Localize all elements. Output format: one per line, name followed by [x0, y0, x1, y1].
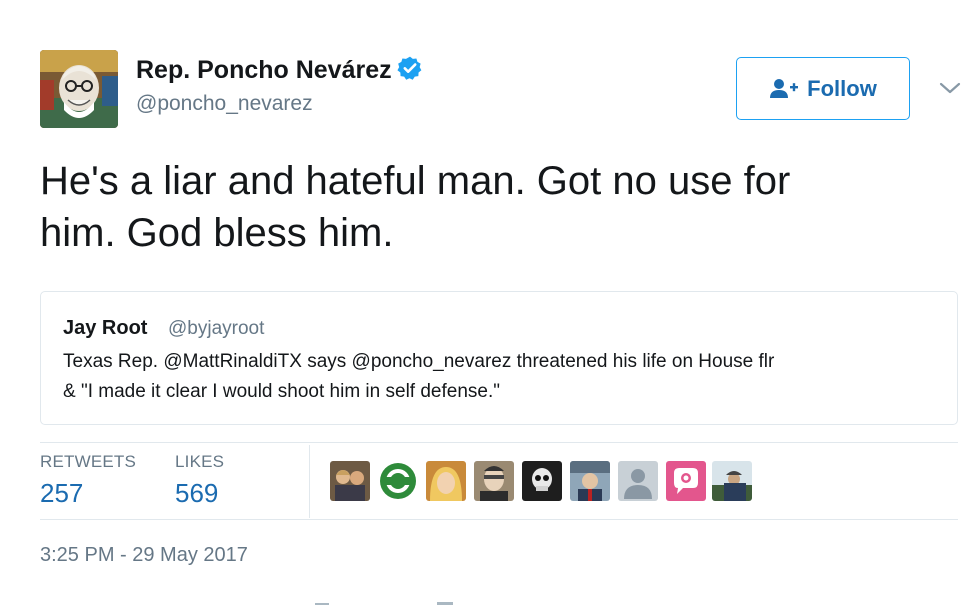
quoted-tweet[interactable]: Jay Root @byjayroot Texas Rep. @MattRina… [40, 291, 958, 425]
quoted-text-line: & "I made it clear I would shoot him in … [63, 381, 500, 402]
liker-avatar[interactable] [712, 461, 752, 501]
divider [40, 442, 958, 443]
follow-button[interactable]: Follow [736, 57, 910, 120]
liker-avatar[interactable] [570, 461, 610, 501]
retweets-stat[interactable]: RETWEETS 257 [40, 452, 136, 509]
divider [40, 519, 958, 520]
likes-stat[interactable]: LIKES 569 [175, 452, 224, 509]
follow-button-label: Follow [807, 75, 877, 101]
tweet-timestamp[interactable]: 3:25 PM - 29 May 2017 [40, 544, 248, 567]
liker-avatar[interactable] [618, 461, 658, 501]
add-user-icon [769, 78, 799, 100]
quoted-author-name: Jay Root [63, 317, 148, 339]
author-handle[interactable]: @poncho_nevarez [136, 92, 313, 116]
quoted-text-line: Texas Rep. @MattRinaldiTX says @poncho_n… [63, 351, 775, 372]
likes-label: LIKES [175, 452, 225, 471]
tweet-text-line: He's a liar and hateful man. Got no use … [40, 159, 791, 203]
tweet-text-line: him. God bless him. [40, 211, 394, 255]
author-name-text[interactable]: Rep. Poncho Nevárez [136, 56, 392, 84]
liker-avatar[interactable] [378, 461, 418, 501]
tweet-text: He's a liar and hateful man. Got no use … [40, 155, 950, 259]
author-name[interactable]: Rep. Poncho Nevárez [136, 55, 423, 88]
liker-avatar[interactable] [666, 461, 706, 501]
liker-avatar[interactable] [330, 461, 370, 501]
stats-separator [309, 445, 310, 518]
chevron-down-icon[interactable] [938, 78, 962, 98]
quoted-author-handle: @byjayroot [168, 318, 265, 339]
likes-count: 569 [175, 478, 219, 508]
liker-avatar[interactable] [474, 461, 514, 501]
liker-avatar[interactable] [426, 461, 466, 501]
liker-avatar[interactable] [522, 461, 562, 501]
retweets-label: RETWEETS [40, 452, 137, 471]
author-avatar[interactable] [40, 50, 118, 128]
footer-actions-cropped [315, 594, 465, 605]
quoted-tweet-text: Texas Rep. @MattRinaldiTX says @poncho_n… [63, 347, 943, 407]
retweets-count: 257 [40, 478, 84, 508]
verified-badge-icon [397, 55, 423, 88]
